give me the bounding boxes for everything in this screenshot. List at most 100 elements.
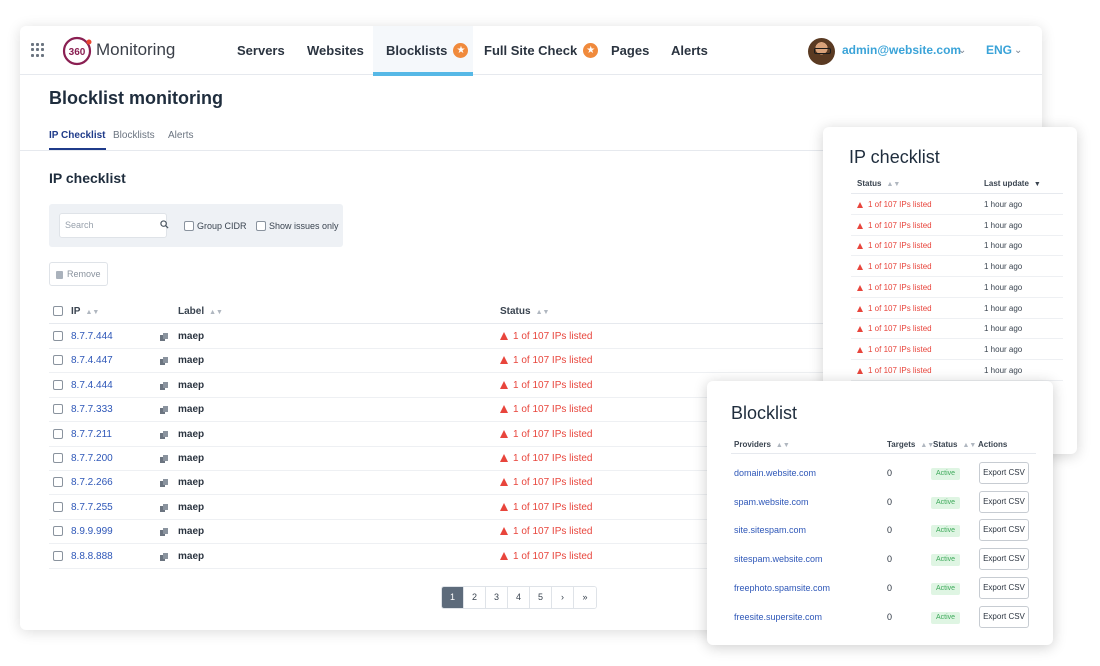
- search-input[interactable]: Search: [59, 213, 169, 238]
- language-selector[interactable]: ENG: [986, 43, 1012, 57]
- copy-icon[interactable]: [160, 381, 168, 390]
- row-checkbox[interactable]: [53, 404, 63, 415]
- row-checkbox[interactable]: [53, 355, 63, 366]
- show-issues-checkbox[interactable]: Show issues only: [256, 220, 339, 231]
- nav-alerts[interactable]: Alerts: [671, 26, 708, 75]
- copy-icon[interactable]: [160, 357, 168, 366]
- nav-full-site-check[interactable]: Full Site Check ★: [484, 26, 599, 75]
- copy-icon[interactable]: [160, 455, 168, 463]
- provider-link[interactable]: spam.website.com: [734, 497, 809, 507]
- table-row[interactable]: 8.7.7.444 maep 1 of 107 IPs listed: [49, 325, 829, 349]
- select-all-checkbox[interactable]: [53, 306, 63, 316]
- row-checkbox[interactable]: [53, 550, 63, 561]
- column-status[interactable]: Status ▲▼: [933, 440, 976, 449]
- table-row[interactable]: 1 of 107 IPs listed 1 hour ago: [851, 277, 1063, 298]
- ip-link[interactable]: 8.7.7.444: [71, 331, 113, 342]
- page-button[interactable]: 2: [464, 587, 486, 608]
- provider-link[interactable]: site.sitespam.com: [734, 525, 806, 535]
- ip-link[interactable]: 8.9.9.999: [71, 526, 113, 537]
- warning-icon: [500, 429, 508, 438]
- page-button[interactable]: 3: [486, 587, 508, 608]
- nav-servers[interactable]: Servers: [237, 26, 285, 75]
- column-targets[interactable]: Targets ▲▼: [887, 440, 934, 449]
- row-checkbox[interactable]: [53, 526, 63, 537]
- copy-icon[interactable]: [160, 552, 168, 561]
- nav-websites[interactable]: Websites: [307, 26, 364, 75]
- export-csv-button[interactable]: Export CSV: [979, 490, 1029, 513]
- user-avatar[interactable]: [808, 38, 835, 65]
- copy-icon[interactable]: [160, 528, 168, 537]
- table-row[interactable]: 1 of 107 IPs listed 1 hour ago: [851, 339, 1063, 360]
- table-row[interactable]: 1 of 107 IPs listed 1 hour ago: [851, 256, 1063, 278]
- checkbox[interactable]: [184, 220, 194, 231]
- last-page-button[interactable]: »: [574, 587, 596, 608]
- table-row[interactable]: 1 of 107 IPs listed 1 hour ago: [851, 215, 1063, 236]
- ip-link[interactable]: 8.7.4.444: [71, 380, 113, 391]
- ip-link[interactable]: 8.7.7.255: [71, 502, 113, 513]
- table-row[interactable]: 1 of 107 IPs listed 1 hour ago: [851, 235, 1063, 257]
- export-csv-button[interactable]: Export CSV: [979, 519, 1029, 542]
- ip-link[interactable]: 8.7.4.447: [71, 355, 113, 366]
- export-csv-button[interactable]: Export CSV: [979, 548, 1029, 571]
- search-icon[interactable]: [160, 220, 169, 229]
- nav-blocklists-label: Blocklists: [386, 43, 448, 58]
- copy-icon[interactable]: [160, 333, 168, 341]
- copy-icon[interactable]: [160, 406, 168, 415]
- table-row[interactable]: 8.7.4.447 maep 1 of 107 IPs listed: [49, 349, 829, 374]
- row-checkbox[interactable]: [53, 501, 63, 512]
- provider-link[interactable]: sitespam.website.com: [734, 554, 823, 564]
- column-status[interactable]: Status ▲▼: [857, 179, 900, 188]
- section-title: IP checklist: [49, 170, 126, 186]
- export-csv-button[interactable]: Export CSV: [979, 462, 1029, 484]
- ip-link[interactable]: 8.7.7.200: [71, 453, 113, 464]
- column-status[interactable]: Status ▲▼: [500, 306, 549, 317]
- row-status-text: 1 of 107 IPs listed: [513, 379, 593, 391]
- nav-blocklists[interactable]: Blocklists ★: [373, 26, 473, 76]
- row-status-text: 1 of 107 IPs listed: [868, 344, 932, 354]
- export-csv-button[interactable]: Export CSV: [979, 576, 1029, 599]
- table-row[interactable]: 1 of 107 IPs listed 1 hour ago: [851, 194, 1063, 215]
- table-row[interactable]: 1 of 107 IPs listed 1 hour ago: [851, 318, 1063, 340]
- group-cidr-checkbox[interactable]: Group CIDR: [184, 220, 247, 231]
- nav-full-site-check-label: Full Site Check: [484, 43, 578, 58]
- row-label: maep: [178, 379, 205, 391]
- row-status: 1 of 107 IPs listed: [500, 355, 593, 366]
- table-row[interactable]: 1 of 107 IPs listed 1 hour ago: [851, 360, 1063, 381]
- provider-link[interactable]: freephoto.spamsite.com: [734, 583, 830, 593]
- chevron-down-icon[interactable]: ⌄: [1014, 45, 1022, 56]
- checkbox[interactable]: [256, 220, 266, 231]
- row-checkbox[interactable]: [53, 477, 63, 488]
- tab-alerts[interactable]: Alerts: [168, 130, 194, 141]
- column-last-update[interactable]: Last update ▼: [984, 179, 1041, 188]
- ip-link[interactable]: 8.7.2.266: [71, 477, 113, 488]
- apps-grid-icon[interactable]: [31, 43, 45, 57]
- column-ip[interactable]: IP ▲▼: [71, 306, 99, 317]
- column-providers[interactable]: Providers ▲▼: [734, 440, 790, 449]
- table-row[interactable]: 1 of 107 IPs listed 1 hour ago: [851, 298, 1063, 319]
- tab-blocklists[interactable]: Blocklists: [113, 130, 155, 141]
- provider-link[interactable]: domain.website.com: [734, 468, 816, 478]
- copy-icon[interactable]: [160, 430, 168, 439]
- tab-ip-checklist[interactable]: IP Checklist: [49, 130, 106, 150]
- page-button[interactable]: 4: [508, 587, 530, 608]
- page-button[interactable]: 5: [530, 587, 552, 608]
- row-checkbox[interactable]: [53, 428, 63, 439]
- warning-icon: [857, 305, 863, 312]
- nav-pages[interactable]: Pages: [611, 26, 649, 75]
- page-button[interactable]: 1: [442, 587, 464, 608]
- ip-link[interactable]: 8.7.7.333: [71, 404, 113, 415]
- ip-link[interactable]: 8.8.8.888: [71, 551, 113, 562]
- chevron-down-icon[interactable]: ⌄: [958, 45, 966, 56]
- row-checkbox[interactable]: [53, 379, 63, 390]
- column-label[interactable]: Label ▲▼: [178, 306, 223, 317]
- row-checkbox[interactable]: [53, 453, 63, 463]
- export-csv-button[interactable]: Export CSV: [979, 605, 1029, 628]
- user-email[interactable]: admin@website.com: [842, 43, 961, 57]
- row-checkbox[interactable]: [53, 331, 63, 341]
- copy-icon[interactable]: [160, 503, 168, 512]
- ip-link[interactable]: 8.7.7.211: [71, 429, 112, 440]
- copy-icon[interactable]: [160, 479, 168, 488]
- provider-link[interactable]: freesite.supersite.com: [734, 612, 822, 622]
- remove-button[interactable]: Remove: [49, 262, 108, 286]
- next-page-button[interactable]: ›: [552, 587, 574, 608]
